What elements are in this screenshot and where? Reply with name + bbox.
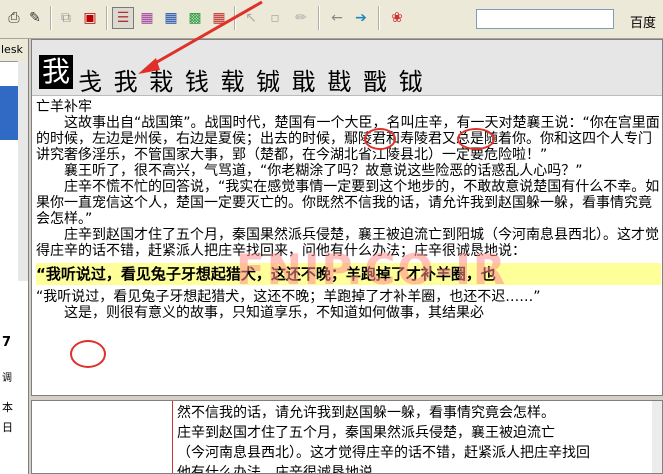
bottom-scrollbar[interactable] (652, 401, 662, 473)
left-text-4: 日 (2, 421, 13, 434)
view-grid-icon[interactable]: ▦ (136, 7, 158, 29)
print-icon[interactable]: ⎙ (3, 7, 25, 29)
paragraph: 庄辛不慌不忙的回答说，“我实在感觉事情一定要到这个地步的，不敢故意说楚国有什么不… (36, 179, 660, 227)
copy-icon[interactable]: ⧉ (55, 7, 77, 29)
selected-character[interactable]: 我 (39, 55, 73, 89)
toolbar-separator (50, 6, 52, 30)
bottom-pane[interactable]: 然不信我的话，请允许我到赵国躲一躲，看事情究竟会怎样。 庄辛到赵国才住了五个月，… (31, 400, 663, 474)
paragraph: 这故事出自“战国策”。战国时代，楚国有一个大臣，名叫庄辛，有一天对楚襄王说：“你… (36, 115, 660, 163)
toolbar-separator (234, 6, 236, 30)
toolbar-separator (106, 6, 108, 30)
watermark: FNIP.CO-IR (236, 245, 508, 294)
character-strip: 我 戋 我 栽 钱 载 铖 戢 戡 戬 钺 (32, 40, 662, 97)
bottom-text: 然不信我的话，请允许我到赵国躲一躲，看事情究竟会怎样。 庄辛到赵国才住了五个月，… (177, 403, 590, 474)
annotation-circle (457, 128, 495, 150)
view-picture-icon[interactable]: ▩ (184, 7, 206, 29)
left-text-3: 本 (2, 401, 13, 414)
character-list[interactable]: 戋 我 栽 钱 载 铖 戢 戡 戬 钺 (78, 62, 425, 97)
bottom-line: （今河南息县西北）。这才觉得庄辛的话不错，赶紧派人把庄辛找回 (177, 445, 590, 461)
annotation-circle (364, 128, 396, 150)
palette-icon[interactable]: ❀ (386, 7, 408, 29)
article-title: 亡羊补牢 (36, 99, 92, 115)
search-label: 百度 (630, 16, 657, 31)
paste-icon[interactable]: ▣ (79, 7, 101, 29)
left-scrollbar[interactable] (18, 61, 28, 281)
paragraph: 这是，则很有意义的故事，只知道享乐，不知道如何做事，其结果必 (64, 305, 484, 321)
back-arrow-icon[interactable]: ← (326, 7, 348, 29)
color-icon[interactable]: ▦ (208, 7, 230, 29)
left-text-1: 7 (2, 335, 12, 350)
pointer-icon[interactable]: ↖ (240, 7, 262, 29)
edit-icon[interactable]: ✎ (24, 7, 46, 29)
bottom-line: 然不信我的话，请允许我到赵国躲一躲，看事情究竟会怎样。 (177, 405, 555, 421)
forward-arrow-icon[interactable]: ➔ (350, 7, 372, 29)
left-panel: lesk 7 调 本 日 (0, 39, 29, 474)
toolbar-separator (378, 6, 380, 30)
bottom-line: 庄辛到赵国才住了五个月，秦国果然派兵侵楚，襄王被迫流亡 (177, 425, 555, 441)
toolbar-separator (318, 6, 320, 30)
toolbar: ⎙ ✎ ⧉ ▣ ☰ ▦ ▦ ▩ ▦ ↖ ▫ ✏ ← ➔ ❀ 百度 (0, 0, 663, 39)
view-text-icon[interactable]: ☰ (112, 7, 134, 29)
bottom-gutter (32, 401, 173, 473)
left-text-2: 调 (2, 373, 12, 384)
main-text-pane[interactable]: 我 戋 我 栽 钱 载 铖 戢 戡 戬 钺 亡羊补牢 这故事出自“战国策”。战国… (31, 39, 663, 396)
paragraph: 襄王听了，很不高兴，气骂道，“你老糊涂了吗？故意说这些险恶的话惑乱人心吗？” (64, 163, 583, 179)
annotation-circle (70, 340, 106, 368)
select-icon[interactable]: ▫ (264, 7, 286, 29)
pen-icon[interactable]: ✏ (290, 7, 312, 29)
view-table-icon[interactable]: ▦ (160, 7, 182, 29)
bottom-line: 他有什么办法，庄辛很诚恳地说 (177, 465, 373, 474)
search-input[interactable] (476, 9, 614, 29)
left-panel-header: lesk (0, 39, 28, 62)
